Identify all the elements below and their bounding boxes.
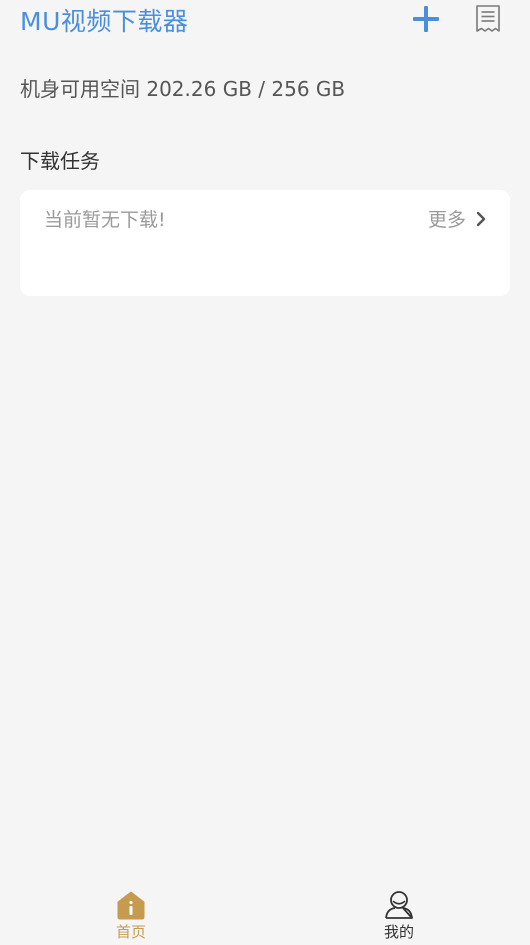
storage-info: 机身可用空间 202.26 GB / 256 GB: [20, 77, 346, 101]
nav-item-home[interactable]: 首页: [91, 885, 171, 945]
download-tasks-card: 当前暂无下载! 更多: [20, 190, 510, 296]
download-tasks-title: 下载任务: [20, 149, 100, 173]
empty-downloads-message: 当前暂无下载!: [44, 209, 166, 231]
chevron-right-icon: [476, 211, 486, 227]
add-download-button[interactable]: [406, 0, 446, 38]
home-icon: [115, 889, 147, 921]
app-title: MU视频下载器: [20, 7, 189, 36]
nav-label-mine: 我的: [383, 923, 414, 941]
more-label: 更多: [427, 209, 466, 231]
user-icon: [383, 889, 415, 921]
nav-item-mine[interactable]: 我的: [359, 885, 439, 945]
bottom-nav: 首页 我的: [0, 885, 530, 945]
download-records-button[interactable]: [470, 0, 506, 38]
plus-icon: [413, 6, 439, 32]
more-link[interactable]: 更多: [428, 205, 486, 232]
document-list-icon: [476, 5, 500, 32]
nav-label-home: 首页: [115, 923, 146, 941]
